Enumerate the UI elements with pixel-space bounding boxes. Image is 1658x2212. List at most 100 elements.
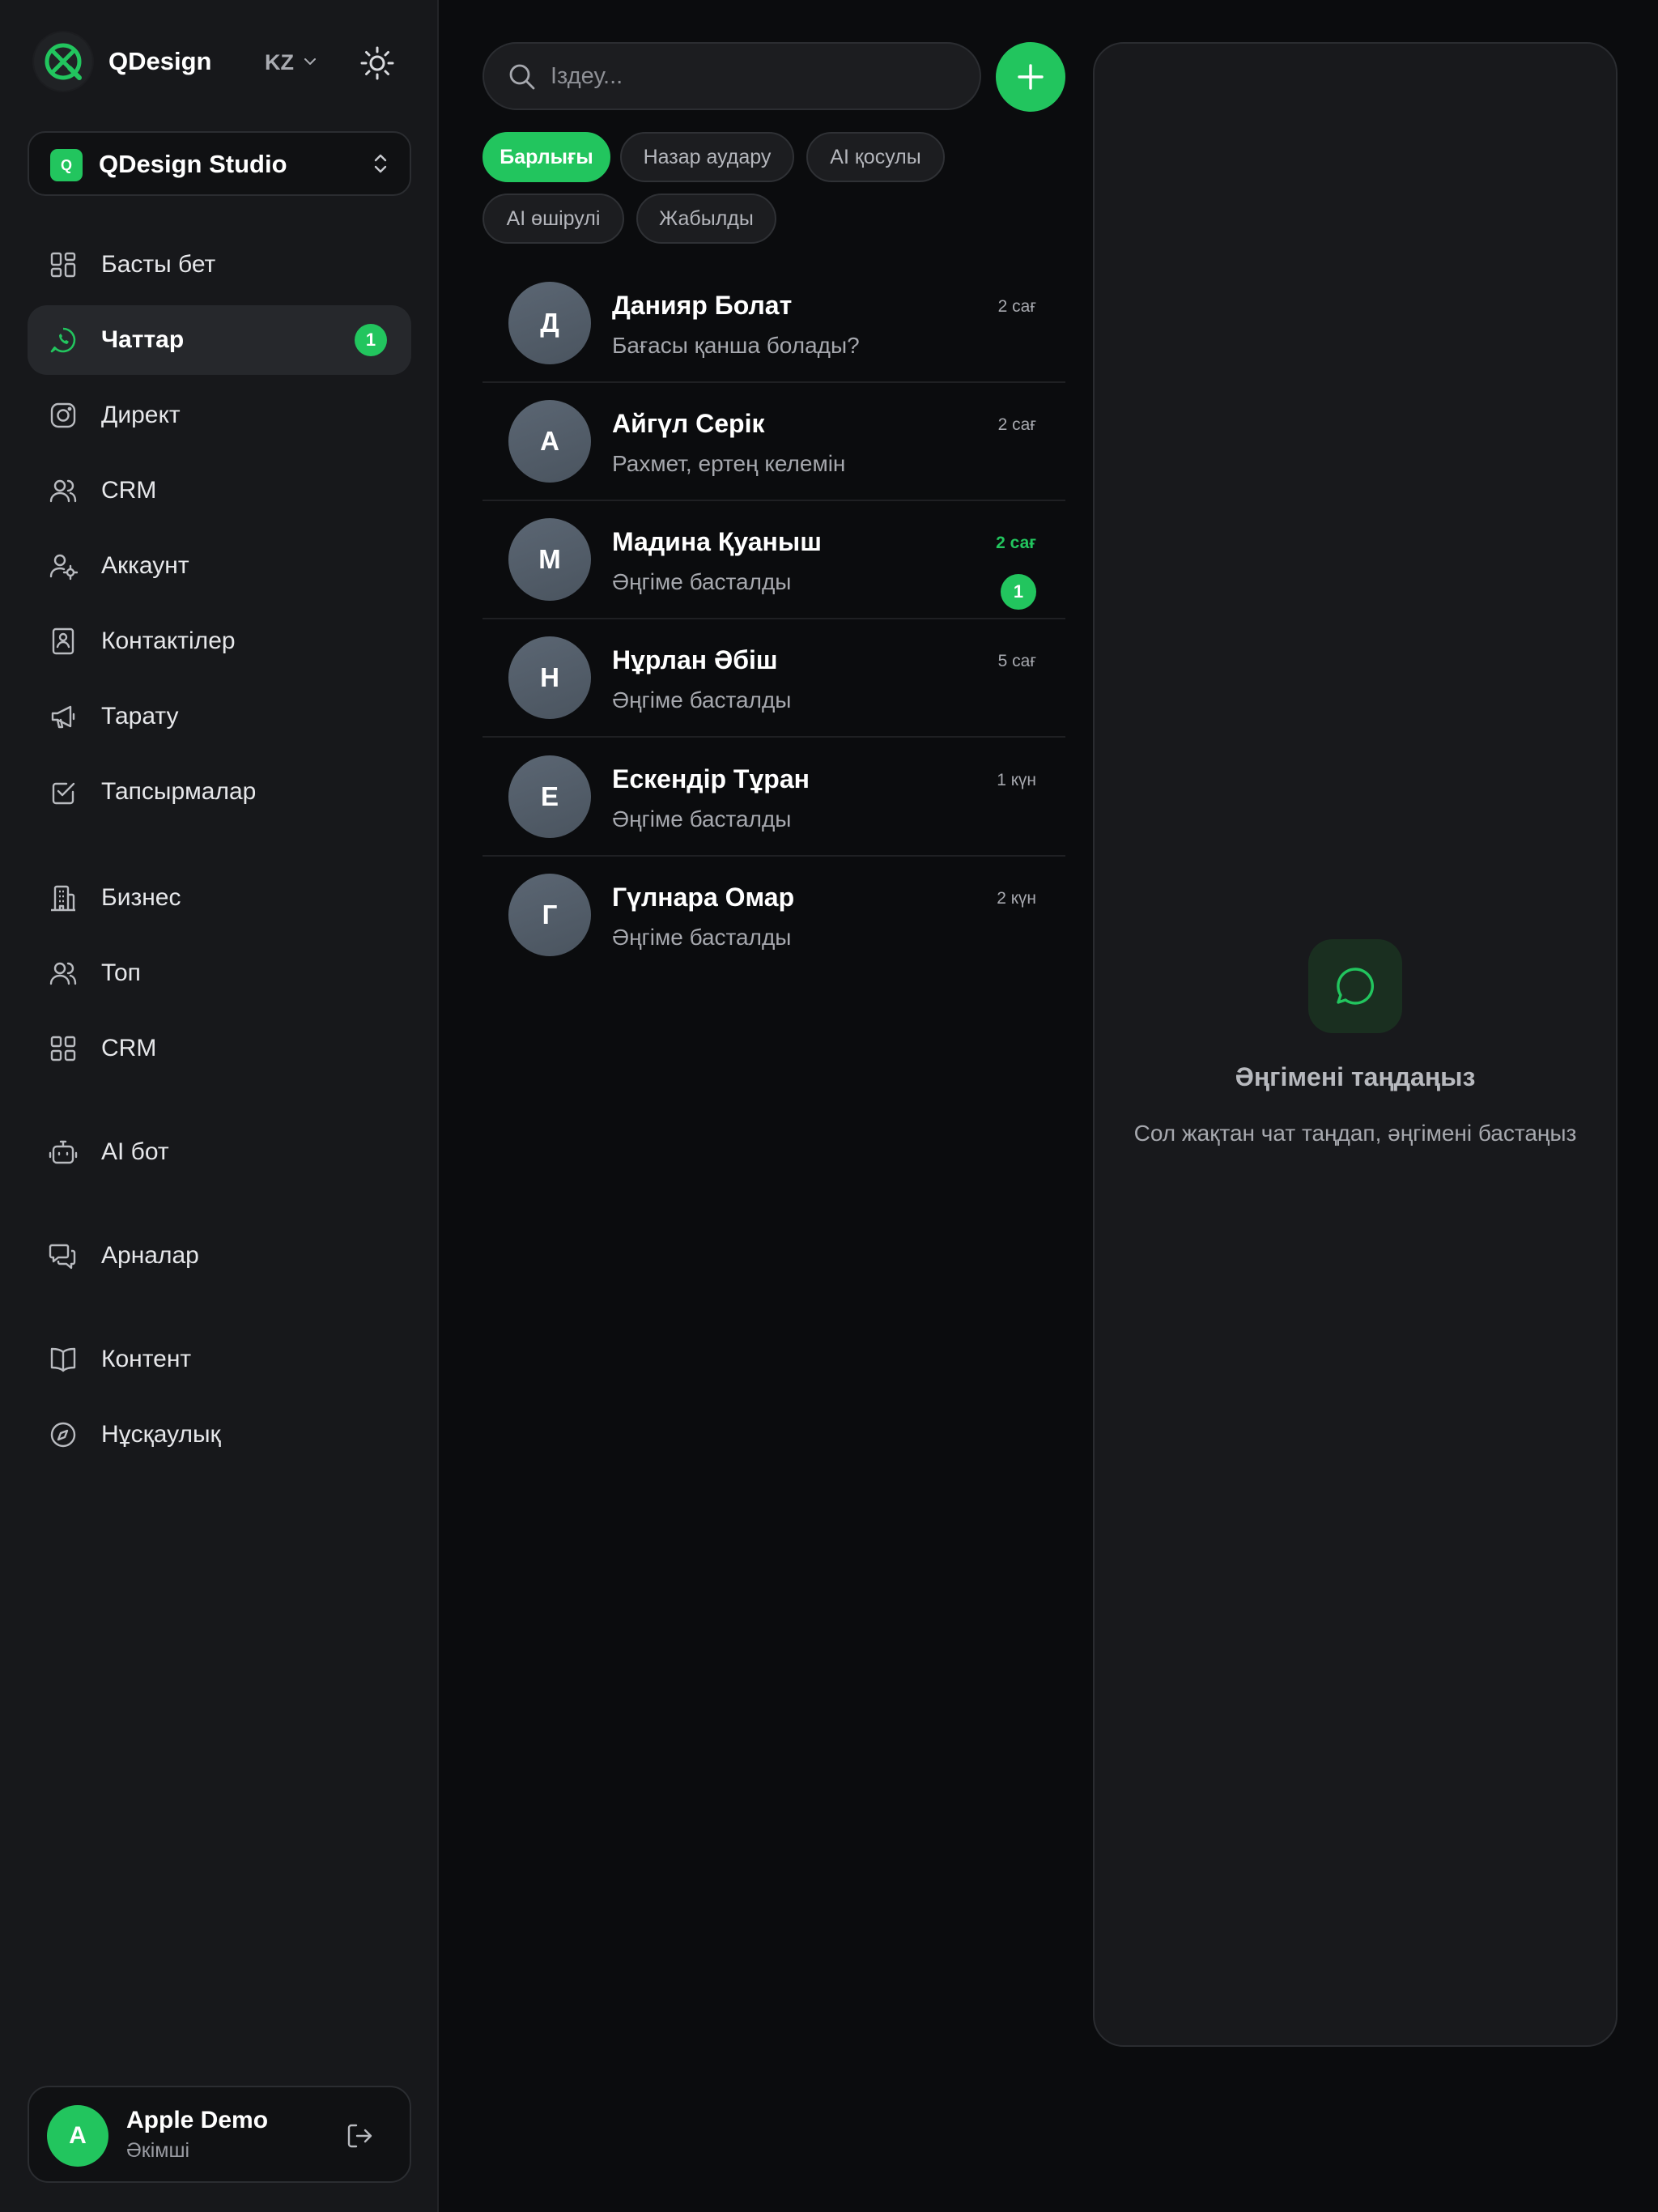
user-name: Apple Demo [126,2107,269,2133]
empty-state-title: Әңгімені таңдаңыз [1235,1062,1476,1091]
contact-name: Айгүл Серік [612,409,765,438]
user-settings-icon [49,554,78,581]
contact-name: Данияр Болат [612,291,793,320]
contact-name: Ескендір Тұран [612,764,810,793]
whatsapp-icon [50,327,76,353]
avatar: Д [508,282,591,364]
sidebar: QDesign KZ Q QDesign Studio Басты бет Ча… [0,0,439,2212]
brand-name: QDesign [108,47,212,75]
language-selector[interactable]: KZ [265,50,294,75]
workspace-name: QDesign Studio [99,150,287,178]
timestamp: 2 күн [997,889,1036,908]
filter-attention[interactable]: Назар аудару [620,132,794,182]
contact-name: Гүлнара Омар [612,883,795,912]
message-preview: Бағасы қанша болады? [612,333,860,358]
avatar: А [508,400,591,483]
sidebar-item-ai-bot[interactable]: AI бот [28,1117,411,1187]
chevron-updown-icon [374,154,387,173]
building-icon [51,885,75,912]
chat-bubble-icon [1308,939,1402,1033]
sidebar-item-label: Аккаунт [101,552,189,579]
sidebar-item-label: Тарату [101,703,179,730]
user-role: Әкімші [126,2139,190,2162]
chat-panel-empty-state: Әңгімені таңдаңыз Сол жақтан чат таңдап,… [1093,42,1618,2047]
avatar: A [47,2105,108,2167]
sidebar-item-label: Контент [101,1346,192,1372]
sidebar-item-channels[interactable]: Арналар [28,1221,411,1291]
timestamp: 2 сағ [997,297,1036,316]
sidebar-item-crm[interactable]: CRM [28,456,411,525]
contact-name: Мадина Қуаныш [612,527,822,556]
message-preview: Рахмет, ертең келемін [612,451,846,476]
book-icon [50,1347,76,1372]
megaphone-icon [51,705,75,729]
chevron-down-icon[interactable] [302,53,318,70]
sidebar-item-guide[interactable]: Нұсқаулық [28,1400,411,1470]
sidebar-item-business[interactable]: Бизнес [28,863,411,933]
search-input[interactable] [551,58,955,94]
user-card: A Apple Demo Әкімші [28,2086,411,2183]
filter-ai-on[interactable]: AI қосулы [806,132,945,182]
message-preview: Әңгіме басталды [612,925,792,950]
brand-row: QDesign KZ [34,32,406,94]
sidebar-item-label: AI бот [101,1138,169,1165]
new-chat-button[interactable] [996,42,1065,112]
message-preview: Әңгіме басталды [612,687,792,713]
contact-name: Нұрлан Әбіш [612,645,778,674]
sidebar-item-label: Директ [101,402,181,428]
sidebar-item-broadcast[interactable]: Тарату [28,682,411,751]
conversation-item[interactable]: Г Гүлнара Омар Әңгіме басталды 2 күн [483,857,1065,975]
avatar: М [508,518,591,601]
sidebar-item-label: Бизнес [101,884,181,911]
sidebar-item-label: Арналар [101,1242,199,1269]
timestamp: 5 сағ [997,652,1036,670]
sidebar-item-direct[interactable]: Директ [28,381,411,450]
sidebar-item-account[interactable]: Аккаунт [28,531,411,601]
unread-badge: 1 [355,324,387,356]
checkbox-icon [52,782,75,805]
workspace-switcher[interactable]: Q QDesign Studio [28,131,411,196]
filter-all[interactable]: Барлығы [483,132,610,182]
conversation-item[interactable]: Н Нұрлан Әбіш Әңгіме басталды 5 сағ [483,619,1065,738]
compass-icon [50,1422,76,1448]
conversation-item[interactable]: М Мадина Қуаныш Әңгіме басталды 2 сағ 1 [483,501,1065,619]
group-icon [49,962,77,985]
conversation-item[interactable]: Е Ескендір Тұран Әңгіме басталды 1 күн [483,738,1065,857]
conversation-item[interactable]: А Айгүл Серік Рахмет, ертең келемін 2 са… [483,383,1065,501]
filter-ai-off[interactable]: AI өшірулі [483,194,624,244]
qdesign-logo-icon [34,32,92,91]
contact-book-icon [52,627,74,655]
grid-icon [50,1036,76,1061]
app-root: QDesign KZ Q QDesign Studio Басты бет Ча… [0,0,1658,2212]
sidebar-item-label: CRM [101,477,157,504]
sidebar-item-label: Контактілер [101,627,236,654]
plus-icon [1018,64,1044,90]
search-bar[interactable] [483,42,981,110]
dashboard-icon [50,252,76,278]
sidebar-item-label: Нұсқаулық [101,1421,221,1448]
avatar: Г [508,874,591,956]
messages-icon [49,1244,76,1270]
sidebar-item-label: Басты бет [101,251,216,278]
sidebar-item-tasks[interactable]: Тапсырмалар [28,757,411,827]
timestamp: 1 күн [997,771,1036,789]
unread-badge: 1 [1001,574,1036,610]
logout-icon[interactable] [345,2121,374,2150]
sidebar-item-label: Тапсырмалар [101,778,257,805]
message-preview: Әңгіме басталды [612,569,792,594]
message-preview: Әңгіме басталды [612,806,792,832]
avatar: Н [508,636,591,719]
sidebar-item-crm-grid[interactable]: CRM [28,1014,411,1083]
users-icon [49,479,77,503]
search-icon [509,64,535,90]
sidebar-item-content[interactable]: Контент [28,1325,411,1394]
sidebar-item-contacts[interactable]: Контактілер [28,606,411,676]
sidebar-item-home[interactable]: Басты бет [28,230,411,300]
sidebar-item-label: Топ [101,959,141,986]
sidebar-item-group[interactable]: Топ [28,938,411,1008]
sidebar-item-chats[interactable]: Чаттар 1 [28,305,411,375]
conversation-item[interactable]: Д Данияр Болат Бағасы қанша болады? 2 са… [483,265,1065,383]
filter-closed[interactable]: Жабылды [636,194,776,244]
sun-icon[interactable] [358,44,397,83]
sidebar-item-label: CRM [101,1035,157,1061]
